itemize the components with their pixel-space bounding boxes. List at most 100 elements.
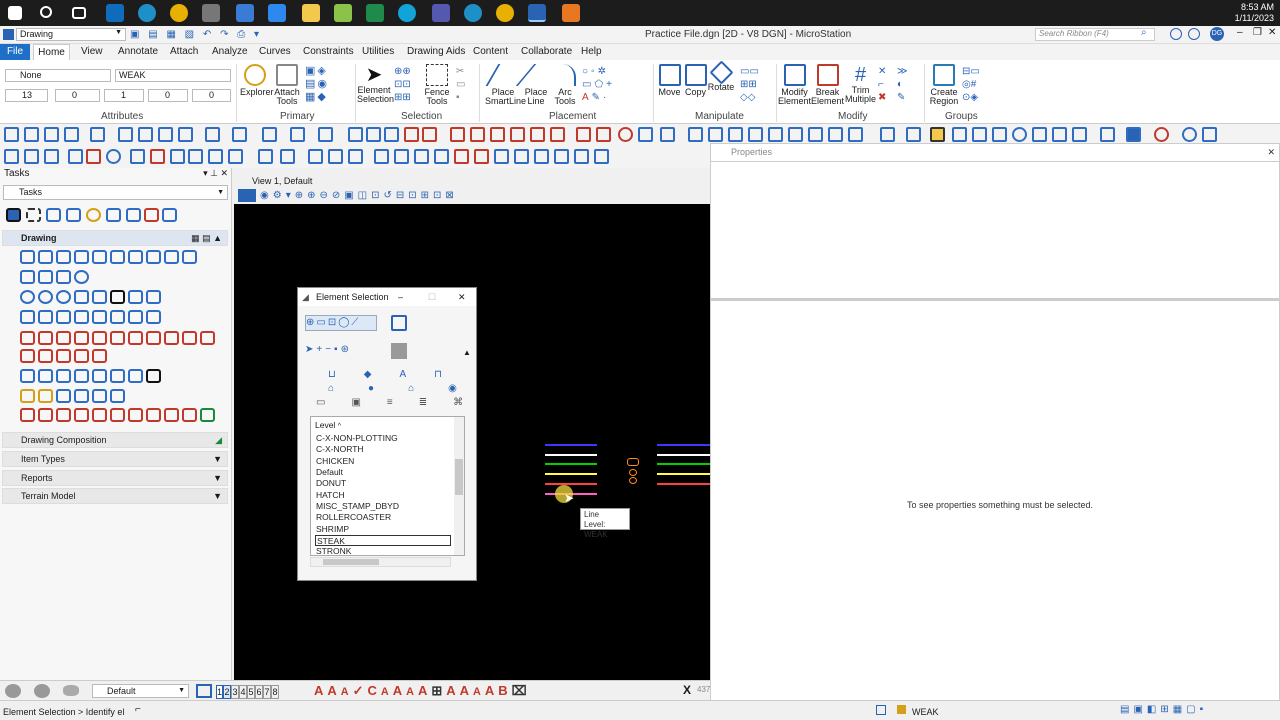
rotate-button[interactable]: Rotate [707, 60, 735, 92]
drawn-line[interactable] [545, 463, 597, 465]
selection-small-tools[interactable]: ⊕⊕ ⊡⊡ ⊞⊞ [394, 65, 419, 105]
outlook-icon[interactable] [106, 4, 124, 22]
teams-icon[interactable] [432, 4, 450, 22]
close-icon[interactable]: ✕ [458, 288, 466, 306]
properties-splitter[interactable] [711, 298, 1279, 301]
tab-annotate[interactable]: Annotate [118, 46, 158, 57]
tab-analyze[interactable]: Analyze [212, 46, 248, 57]
modify-small-tools[interactable]: ✕ ⌐ ✖ [878, 65, 892, 105]
search-ribbon-input[interactable]: Search Ribbon (F4) [1035, 28, 1155, 41]
priority-combo[interactable]: 0 [192, 89, 231, 102]
tab-content[interactable]: Content [473, 46, 508, 57]
close-icon[interactable]: X [683, 683, 691, 697]
minimize-icon[interactable]: – [1237, 27, 1243, 38]
clock[interactable]: 8:53 AM 1/11/2023 [1235, 2, 1274, 24]
drawn-line[interactable] [545, 454, 597, 456]
level-column-header[interactable]: Level ^ [315, 420, 341, 430]
drawn-line[interactable] [545, 473, 597, 475]
modify-small-tools-2[interactable]: ≫ ◐ ✎ [897, 65, 917, 105]
level-item[interactable]: DONUT [315, 478, 451, 489]
level-item[interactable]: SHRIMP [315, 524, 451, 535]
collapse-icon[interactable]: ▲ [463, 348, 471, 357]
drawn-circle[interactable] [629, 477, 637, 484]
status-icons[interactable]: ▤▣◧⊞▦▢▪ [1120, 704, 1270, 716]
task-quick-tools[interactable] [4, 206, 182, 224]
status-active-level[interactable]: WEAK [912, 707, 939, 717]
explorer-button[interactable]: Explorer [240, 64, 274, 97]
store-icon[interactable] [268, 4, 286, 22]
tab-utilities[interactable]: Utilities [362, 46, 394, 57]
attach-tools-button[interactable]: Attach Tools [273, 64, 301, 106]
move-button[interactable]: Move [656, 64, 683, 97]
copy-button[interactable]: Copy [683, 64, 708, 97]
level-item[interactable]: MISC_STAMP_DBYD [315, 501, 451, 512]
app-orange-icon[interactable] [562, 4, 580, 22]
forward-icon[interactable] [34, 684, 50, 698]
primary-small-tools[interactable]: ▣◈ ▤◉ ▦◆ [305, 65, 345, 105]
arc-tools-button[interactable]: Arc Tools [551, 64, 579, 106]
clear-selection-icon[interactable] [391, 315, 407, 331]
edge-icon[interactable] [138, 4, 156, 22]
drawing-elements[interactable]: ➤ [545, 444, 710, 505]
edge-2-icon[interactable] [464, 4, 482, 22]
horizontal-scrollbar[interactable] [310, 557, 451, 567]
search-icon[interactable] [40, 6, 52, 18]
view-button-5[interactable]: 5 [247, 685, 255, 699]
break-element-button[interactable]: Break Element [811, 64, 844, 106]
tab-home[interactable]: Home [33, 44, 70, 61]
quick-access-toolbar[interactable]: ▣ ▤ ▦ ▧ ↶ ↷ ⎙ ▾ [130, 29, 280, 41]
remote-icon[interactable] [236, 4, 254, 22]
drawn-line[interactable] [657, 473, 710, 475]
drawn-rectangle[interactable] [627, 458, 639, 466]
drawn-line[interactable] [545, 444, 597, 446]
fence-tools-button[interactable]: Fence Tools [423, 64, 451, 106]
line-style-combo[interactable]: 0 [55, 89, 100, 102]
drawn-line[interactable] [657, 454, 710, 456]
minimize-icon[interactable]: – [398, 288, 403, 306]
tab-curves[interactable]: Curves [259, 46, 291, 57]
cloud-icon[interactable] [63, 685, 79, 696]
view-button-1[interactable]: 1 [216, 685, 223, 699]
tab-attach[interactable]: Attach [170, 46, 198, 57]
section-terrain-model[interactable]: Terrain Model ▼ [2, 488, 228, 504]
question-icon[interactable] [1188, 28, 1200, 40]
selection-mode-icons[interactable]: ➤+−▪⊛ [305, 343, 377, 359]
level-combo[interactable]: WEAK [115, 69, 231, 82]
drawn-line[interactable] [657, 463, 710, 465]
level-item[interactable]: STRONK [315, 546, 451, 557]
drawn-line[interactable] [657, 444, 710, 446]
level-item[interactable]: Default [315, 467, 451, 478]
view-button-4[interactable]: 4 [239, 685, 247, 699]
scissors-icon[interactable]: ✂ ▭ ▪ [456, 65, 470, 105]
manipulate-small-tools[interactable]: ▭▭ ⊞⊞ ◇◇ [740, 65, 770, 105]
section-drawing[interactable]: Drawing ▦ ▤ ▲ [2, 230, 228, 246]
placement-small-tools[interactable]: ○◦✲ ▭⬠+ A✎· [582, 65, 642, 105]
view-button-8[interactable]: 8 [271, 685, 279, 699]
excel-icon[interactable] [366, 4, 384, 22]
close-icon[interactable]: ✕ [1268, 27, 1276, 38]
view-attributes-icon[interactable] [238, 189, 256, 202]
drawn-line[interactable] [545, 483, 597, 485]
level-item-selected[interactable]: STEAK [315, 535, 451, 546]
tasks-dropdown[interactable]: Tasks ▼ [3, 185, 228, 200]
view-toolbar[interactable]: ◉⚙▾⊕⊕⊖⊘▣◫⊡↺⊟⊡⊞⊡⊠ [234, 188, 710, 204]
notes-icon[interactable] [334, 4, 352, 22]
tab-constraints[interactable]: Constraints [303, 46, 354, 57]
tab-file[interactable]: File [0, 44, 30, 60]
vertical-scrollbar[interactable] [454, 417, 464, 555]
close-icon[interactable]: ✕ [1267, 144, 1275, 160]
scrollbar-thumb[interactable] [323, 559, 379, 565]
section-item-types[interactable]: Item Types ▼ [2, 451, 228, 467]
restore-icon[interactable]: ❐ [1253, 27, 1262, 38]
close-icon[interactable]: ▾ ⊥ ✕ [203, 168, 228, 179]
selection-method-icons[interactable]: ⊕▭⊡◯⟋ [305, 315, 377, 331]
level-item[interactable]: CHICKEN [315, 456, 451, 467]
view-button-6[interactable]: 6 [255, 685, 263, 699]
view-number-buttons[interactable]: 12345678 [216, 685, 279, 699]
element-selection-button[interactable]: ➤ Element Selection [357, 64, 394, 104]
create-region-button[interactable]: Create Region [928, 64, 960, 106]
tab-help[interactable]: Help [581, 46, 602, 57]
drawn-circle[interactable] [629, 469, 637, 476]
line-weight-combo[interactable]: 1 [104, 89, 144, 102]
file-explorer-icon[interactable] [302, 4, 320, 22]
